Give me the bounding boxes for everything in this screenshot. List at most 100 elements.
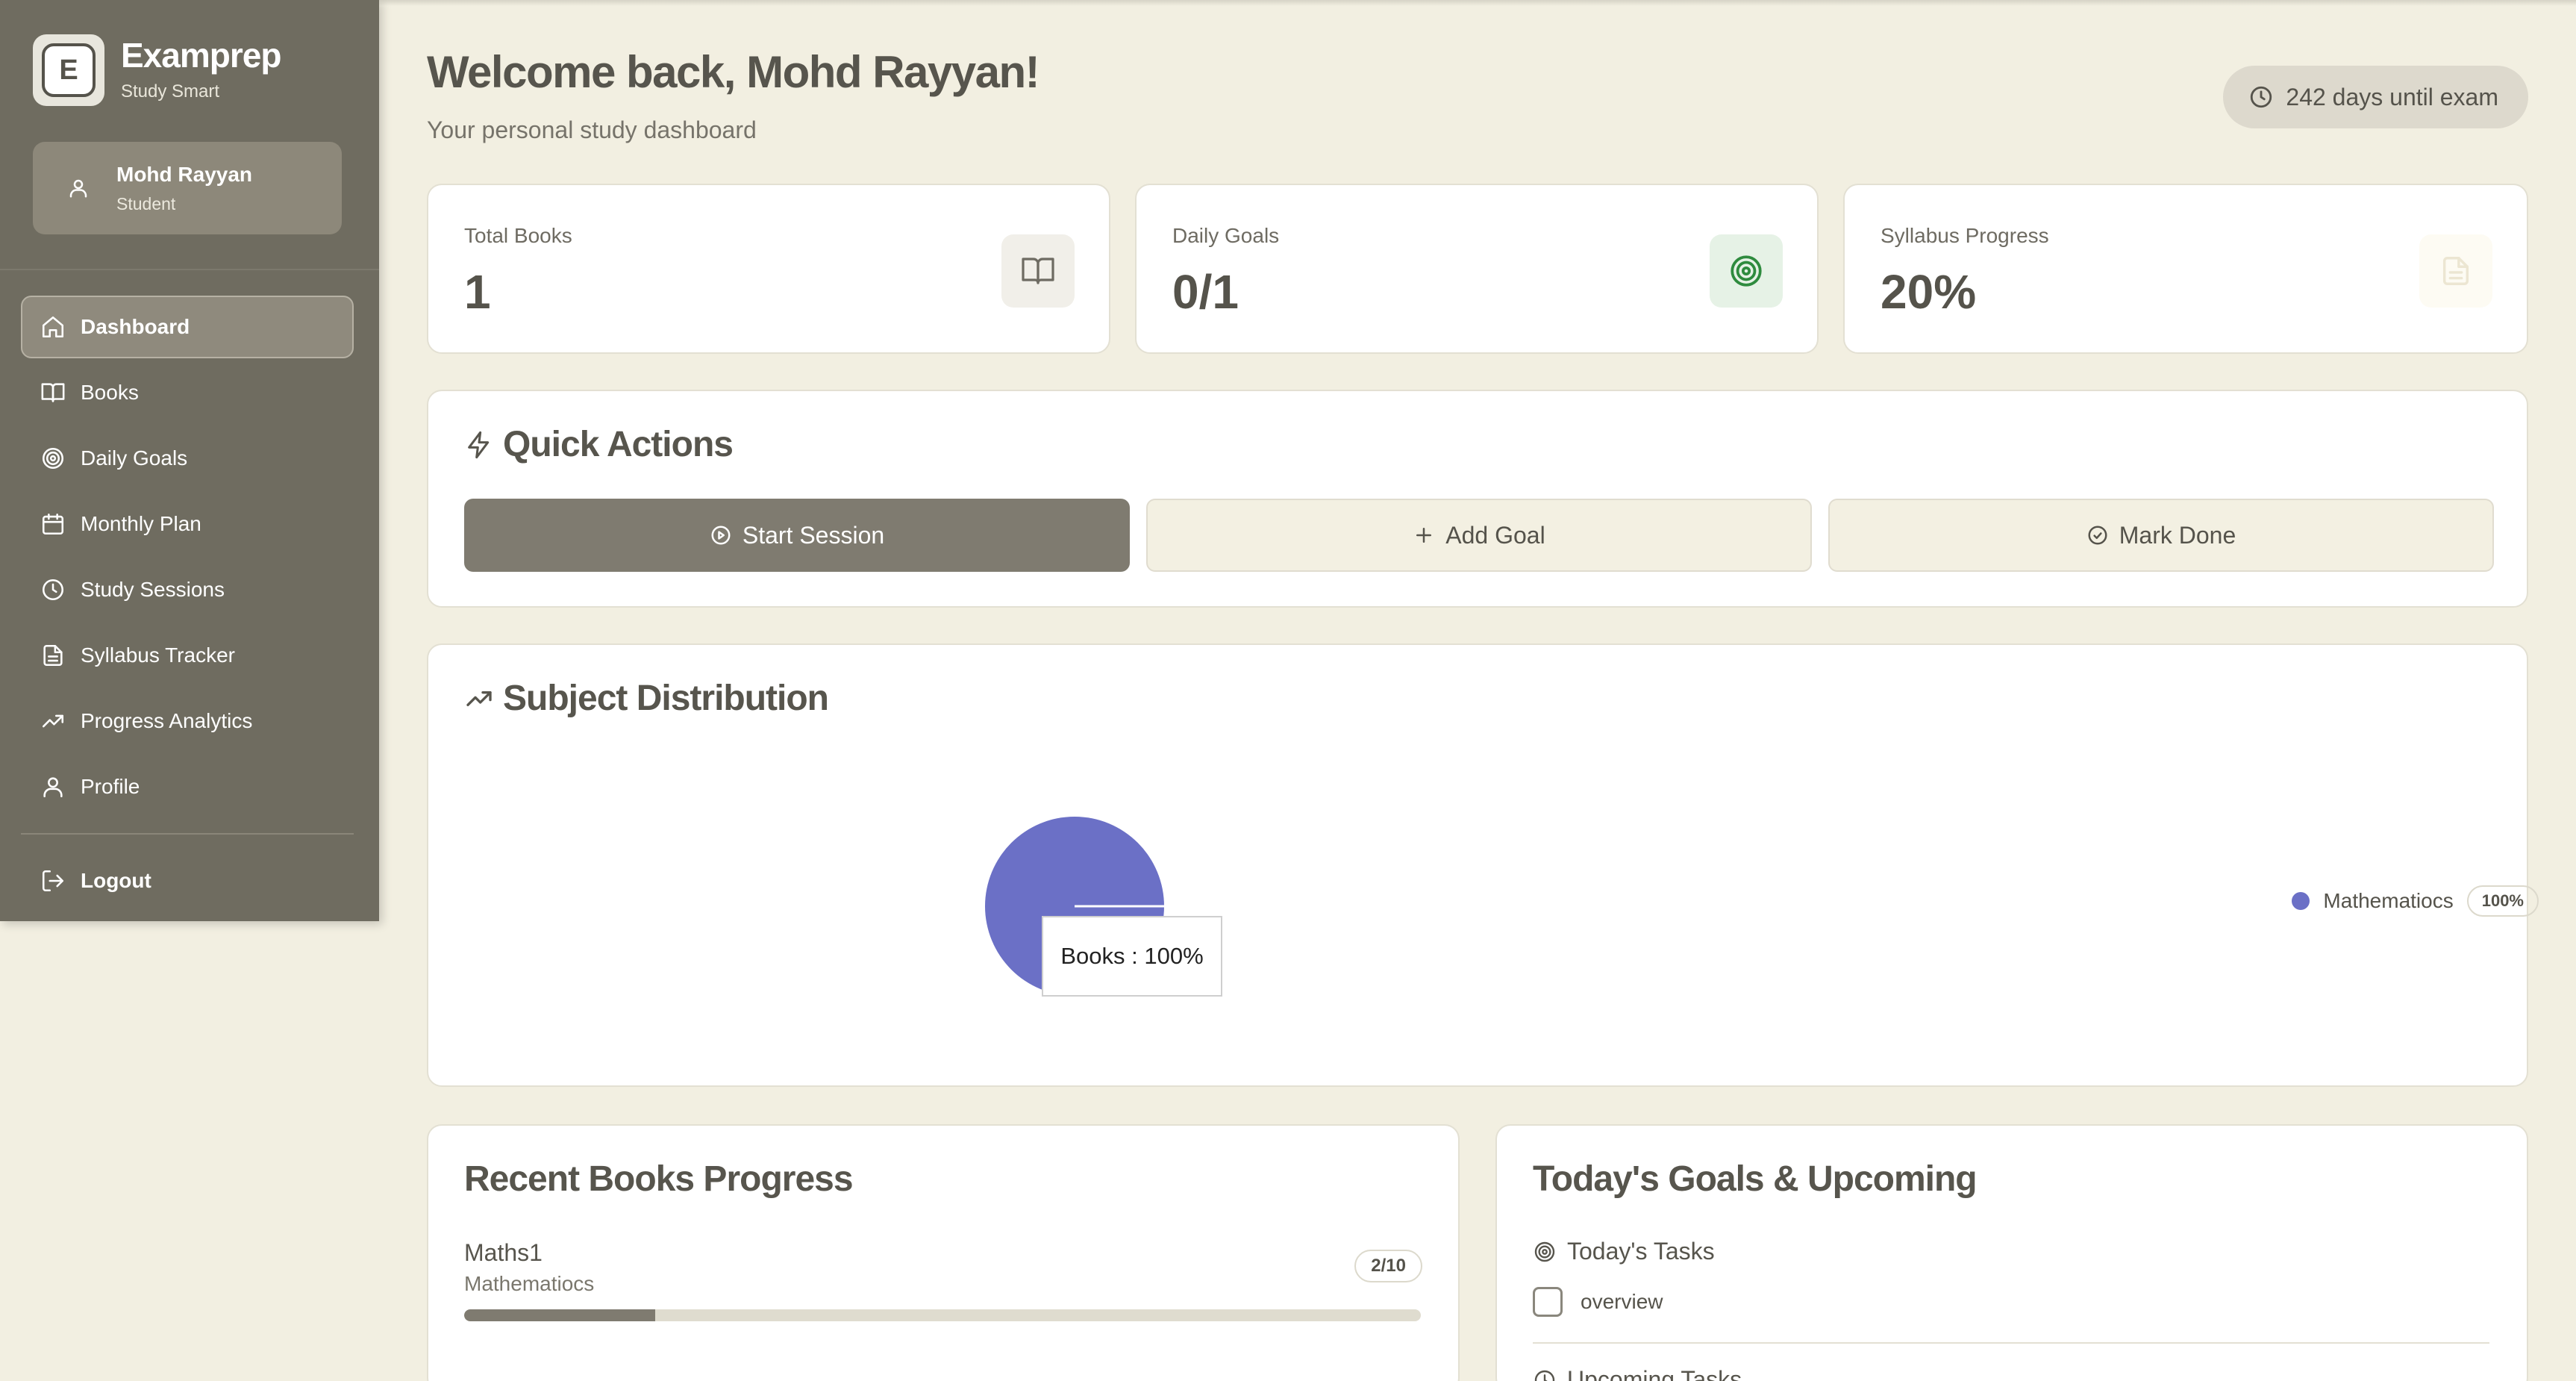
stat-card-daily-goals: Daily Goals 0/1 xyxy=(1135,184,1819,354)
goals-divider xyxy=(1533,1342,2489,1344)
quick-actions-title-text: Quick Actions xyxy=(503,425,734,464)
book-icon xyxy=(1022,258,1054,284)
sidebar-item-label: Syllabus Tracker xyxy=(81,643,235,667)
subject-distribution-card: Subject Distribution xyxy=(427,643,2528,1087)
sidebar-item-progress-analytics[interactable]: Progress Analytics xyxy=(21,690,354,752)
plus-icon xyxy=(1416,528,1432,543)
nav-divider xyxy=(21,833,354,835)
quick-actions-card: Quick Actions Start Session Add Goal Mar… xyxy=(427,390,2528,608)
sidebar-item-profile[interactable]: Profile xyxy=(21,755,354,818)
sidebar-item-monthly-plan[interactable]: Monthly Plan xyxy=(21,493,354,555)
exam-countdown-text: 242 days until exam xyxy=(2286,83,2498,110)
legend-swatch xyxy=(2292,892,2310,910)
sidebar-item-label: Profile xyxy=(81,775,140,798)
check-circle-icon xyxy=(2088,526,2107,545)
book-subject: Mathematiocs xyxy=(464,1272,595,1295)
sidebar-item-books[interactable]: Books xyxy=(21,361,354,424)
stat-card-syllabus-progress: Syllabus Progress 20% xyxy=(1843,184,2528,354)
home-icon xyxy=(42,316,64,338)
todays-goals-title: Today's Goals & Upcoming xyxy=(1533,1159,1978,1199)
user-card[interactable]: Mohd Rayyan Student xyxy=(33,142,342,234)
add-goal-button[interactable]: Add Goal xyxy=(1146,499,1812,572)
sidebar-nav: Dashboard Books Daily Goals Monthly Plan… xyxy=(21,296,354,915)
sidebar-item-label: Daily Goals xyxy=(81,446,188,470)
sidebar-item-daily-goals[interactable]: Daily Goals xyxy=(21,427,354,490)
sidebar-item-study-sessions[interactable]: Study Sessions xyxy=(21,558,354,621)
stat-value: 1 xyxy=(464,265,491,319)
sidebar: E Examprep Study Smart Mohd Rayyan Stude… xyxy=(0,0,379,921)
sidebar-item-label: Monthly Plan xyxy=(81,512,201,535)
top-shadow xyxy=(0,0,2576,6)
book-progress-badge: 2/10 xyxy=(1354,1250,1422,1282)
stat-card-total-books: Total Books 1 xyxy=(427,184,1110,354)
trending-up-icon xyxy=(466,690,492,706)
app-logo: E xyxy=(33,34,104,106)
logout-button[interactable]: Logout xyxy=(21,850,354,912)
lightning-icon xyxy=(468,431,490,458)
sidebar-item-dashboard[interactable]: Dashboard xyxy=(21,296,354,358)
sidebar-item-label: Progress Analytics xyxy=(81,709,253,732)
add-goal-label: Add Goal xyxy=(1445,521,1545,549)
sidebar-item-label: Dashboard xyxy=(81,315,190,338)
brand[interactable]: E Examprep Study Smart xyxy=(33,34,281,106)
mark-done-button[interactable]: Mark Done xyxy=(1828,499,2494,572)
user-icon xyxy=(69,179,87,198)
chart-legend: Mathematiocs 100% xyxy=(2292,885,2539,917)
play-circle-icon xyxy=(711,526,731,545)
target-icon xyxy=(1731,255,1762,287)
document-icon xyxy=(43,644,63,667)
target-icon xyxy=(1534,1241,1555,1262)
clock-icon xyxy=(42,579,64,601)
logout-icon xyxy=(42,870,64,892)
recent-books-title: Recent Books Progress xyxy=(464,1159,854,1199)
stat-value: 0/1 xyxy=(1172,265,1239,319)
brand-name: Examprep xyxy=(121,36,281,75)
page-subtitle: Your personal study dashboard xyxy=(427,116,757,143)
calendar-icon xyxy=(42,513,64,535)
sidebar-item-syllabus-tracker[interactable]: Syllabus Tracker xyxy=(21,624,354,687)
user-name: Mohd Rayyan xyxy=(116,162,253,186)
clock-icon xyxy=(2251,86,2272,108)
target-icon xyxy=(42,447,64,470)
trending-up-icon xyxy=(42,714,64,728)
sidebar-item-label: Books xyxy=(81,381,139,404)
todays-tasks-heading: Today's Tasks xyxy=(1533,1238,1715,1265)
sidebar-divider xyxy=(0,269,379,270)
book-progress-fill xyxy=(464,1309,656,1321)
task-checkbox[interactable] xyxy=(1533,1287,1563,1317)
exam-countdown-badge: 242 days until exam xyxy=(2223,66,2528,128)
chart-tooltip: Books : 100% xyxy=(1042,916,1222,997)
page-title: Welcome back, Mohd Rayyan! xyxy=(427,47,1040,97)
stat-icon-box xyxy=(2419,234,2492,308)
brand-tagline: Study Smart xyxy=(121,81,220,102)
mark-done-label: Mark Done xyxy=(2119,521,2236,549)
user-role: Student xyxy=(116,193,176,213)
app-logo-letter: E xyxy=(42,43,96,97)
legend-percent-badge: 100% xyxy=(2466,885,2539,917)
task-item: overview xyxy=(1533,1287,1663,1317)
todays-goals-card: Today's Goals & Upcoming Today's Tasks o… xyxy=(1495,1124,2528,1381)
book-name[interactable]: Maths1 xyxy=(464,1239,543,1267)
stat-label: Daily Goals xyxy=(1172,224,1280,247)
stat-label: Syllabus Progress xyxy=(1881,224,2049,247)
stat-icon-box xyxy=(1710,234,1783,308)
upcoming-tasks-heading-text: Upcoming Tasks xyxy=(1567,1366,1742,1381)
recent-books-card: Recent Books Progress Maths1 Mathematioc… xyxy=(427,1124,1460,1381)
task-label: overview xyxy=(1581,1290,1663,1313)
stat-label: Total Books xyxy=(464,224,572,247)
start-session-label: Start Session xyxy=(742,521,885,549)
logout-label: Logout xyxy=(81,869,151,892)
todays-tasks-heading-text: Today's Tasks xyxy=(1567,1238,1715,1265)
start-session-button[interactable]: Start Session xyxy=(464,499,1130,572)
subject-distribution-title: Subject Distribution xyxy=(464,678,829,719)
stat-icon-box xyxy=(1001,234,1075,308)
subject-distribution-title-text: Subject Distribution xyxy=(503,679,829,718)
stat-value: 20% xyxy=(1881,265,1977,319)
user-icon xyxy=(43,777,63,798)
quick-actions-title: Quick Actions xyxy=(464,424,734,465)
clock-icon xyxy=(1534,1370,1555,1381)
book-icon xyxy=(41,383,65,402)
legend-label: Mathematiocs xyxy=(2323,889,2454,912)
book-progress-bar xyxy=(464,1309,1421,1321)
upcoming-tasks-heading: Upcoming Tasks xyxy=(1533,1366,1742,1381)
